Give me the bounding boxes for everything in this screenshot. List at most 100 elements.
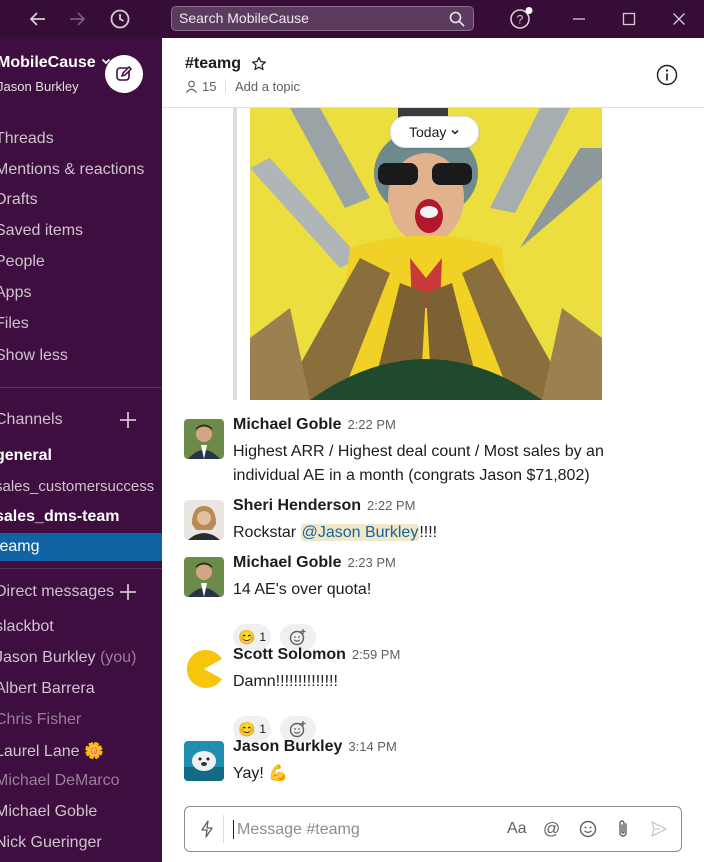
dm-label: Laurel Lane	[0, 743, 80, 760]
help-icon[interactable]: ?	[509, 7, 533, 31]
composer-separator	[223, 815, 224, 843]
history-icon[interactable]	[108, 7, 132, 31]
message-composer: Aa @	[184, 806, 682, 852]
nav-files[interactable]: Files	[0, 315, 29, 333]
gif-attachment[interactable]	[250, 108, 602, 400]
message-text: 14 AE's over quota!	[233, 581, 372, 598]
message-text: Yay! 💪	[233, 765, 289, 782]
message-author[interactable]: Jason Burkley 3:14 PM	[233, 738, 397, 756]
format-label: Aa	[507, 820, 527, 837]
search-input[interactable]: Search MobileCause	[171, 6, 474, 31]
nav-drafts[interactable]: Drafts	[0, 191, 38, 209]
nav-threads[interactable]: Threads	[0, 130, 54, 148]
dm-michael-demarco[interactable]: Michael DeMarco	[0, 772, 119, 790]
plus-icon[interactable]	[119, 411, 137, 429]
chevron-down-icon	[451, 129, 459, 135]
message-author[interactable]: Michael Goble 2:23 PM	[233, 554, 396, 572]
message-timestamp[interactable]: 3:14 PM	[348, 739, 396, 754]
maximize-icon[interactable]	[617, 7, 641, 31]
message-input[interactable]	[235, 816, 489, 844]
send-button[interactable]	[650, 818, 668, 840]
attachment-icon	[619, 820, 627, 837]
sidebar-divider	[0, 568, 162, 569]
compose-button[interactable]	[105, 55, 143, 93]
date-divider-label: Today	[409, 124, 447, 140]
dm-nick-gueringer[interactable]: Nick Gueringer	[0, 834, 102, 852]
message-author[interactable]: Scott Solomon 2:59 PM	[233, 646, 400, 664]
nav-show-less[interactable]: Show less	[0, 347, 68, 365]
sidebar-divider	[0, 387, 162, 388]
flower-status-icon: 🌼	[83, 743, 104, 760]
avatar[interactable]	[184, 649, 224, 689]
plus-icon[interactable]	[119, 583, 137, 601]
header-separator	[225, 79, 226, 93]
nav-mentions-reactions[interactable]: Mentions & reactions	[0, 161, 144, 179]
emoji-button[interactable]	[579, 818, 597, 840]
channel-teamg[interactable]: teamg	[0, 533, 162, 561]
message-timestamp[interactable]: 2:59 PM	[352, 647, 400, 662]
message-timestamp[interactable]: 2:23 PM	[347, 555, 395, 570]
mention-label: @	[543, 819, 561, 838]
nav-apps[interactable]: Apps	[0, 284, 31, 302]
info-icon[interactable]	[656, 64, 678, 86]
workspace-menu[interactable]: MobileCause	[0, 54, 112, 72]
attach-button[interactable]	[615, 818, 631, 840]
dm-laurel-lane[interactable]: Laurel Lane 🌼	[0, 741, 104, 761]
you-suffix: (you)	[99, 649, 137, 666]
message-timestamp[interactable]: 2:22 PM	[347, 417, 395, 432]
title-bar: Search MobileCause ?	[0, 0, 704, 38]
nav-people[interactable]: People	[0, 253, 45, 271]
avatar[interactable]	[184, 419, 224, 459]
forward-arrow-icon[interactable]	[65, 7, 89, 31]
author-name: Scott Solomon	[233, 646, 346, 663]
member-icon	[186, 80, 197, 93]
reaction-count: 1	[259, 722, 267, 736]
dm-jason-burkley[interactable]: Jason Burkley (you)	[0, 649, 136, 667]
add-topic-link[interactable]: Add a topic	[235, 79, 300, 94]
close-icon[interactable]	[667, 7, 691, 31]
message-text: Damn!!!!!!!!!!!!!!	[233, 673, 338, 690]
channel-teamg-label: teamg	[0, 538, 40, 555]
mention-button[interactable]: @	[543, 818, 560, 840]
sidebar: MobileCause Jason Burkley Threads Mentio…	[0, 38, 162, 862]
user-mention[interactable]: @Jason Burkley	[300, 524, 420, 541]
message-text: Highest ARR / Highest deal count / Most …	[233, 443, 604, 484]
star-icon[interactable]	[251, 56, 267, 72]
author-name: Sheri Henderson	[233, 497, 362, 514]
avatar[interactable]	[184, 741, 224, 781]
message-author[interactable]: Michael Goble 2:22 PM	[233, 416, 396, 434]
dm-section-header[interactable]: Direct messages	[0, 583, 114, 601]
channel-name[interactable]: #teamg	[185, 55, 241, 73]
dm-label: Jason Burkley	[0, 649, 96, 666]
search-icon	[449, 11, 465, 27]
lightning-icon[interactable]	[199, 820, 215, 838]
nav-saved-items[interactable]: Saved items	[0, 222, 83, 240]
message-timestamp[interactable]: 2:22 PM	[367, 498, 415, 513]
attachment-quote-bar	[233, 108, 237, 400]
message-text: Rockstar @Jason Burkley!!!!	[233, 521, 653, 545]
reaction-count: 1	[259, 630, 267, 644]
avatar[interactable]	[184, 500, 224, 540]
dm-chris-fisher[interactable]: Chris Fisher	[0, 711, 81, 729]
workspace-name: MobileCause	[0, 54, 96, 71]
dm-albert-barrera[interactable]: Albert Barrera	[0, 680, 95, 698]
format-button[interactable]: Aa	[507, 818, 527, 840]
text-suffix: !!!!	[419, 524, 438, 541]
channel-sales-dms-team[interactable]: sales_dms-team	[0, 508, 120, 526]
minimize-icon[interactable]	[567, 7, 591, 31]
emoji-icon	[579, 820, 597, 838]
avatar[interactable]	[184, 557, 224, 597]
author-name: Michael Goble	[233, 554, 342, 571]
back-arrow-icon[interactable]	[26, 7, 50, 31]
channels-section-header[interactable]: Channels	[0, 411, 63, 429]
dm-slackbot[interactable]: slackbot	[0, 618, 54, 636]
date-divider-pill[interactable]: Today	[390, 116, 480, 148]
text-prefix: Rockstar	[233, 524, 301, 541]
channel-view: Michael Goble 2:22 PM Highest ARR / Highe…	[162, 38, 704, 862]
current-user: Jason Burkley	[0, 79, 79, 94]
channel-sales-customersuccess[interactable]: sales_customersuccess	[0, 478, 154, 495]
message-author[interactable]: Sheri Henderson 2:22 PM	[233, 497, 415, 515]
member-count-button[interactable]: 15	[185, 79, 216, 94]
channel-general[interactable]: general	[0, 447, 52, 465]
dm-michael-goble[interactable]: Michael Goble	[0, 803, 97, 821]
